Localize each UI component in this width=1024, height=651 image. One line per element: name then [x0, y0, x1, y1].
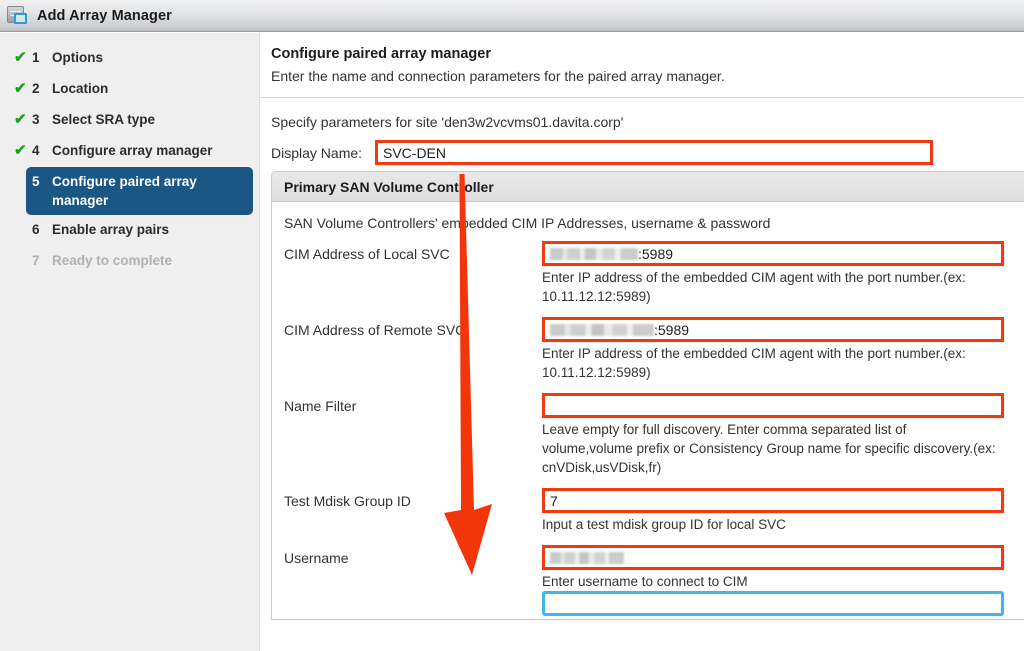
field-hint: Input a test mdisk group ID for local SV… — [542, 517, 786, 532]
panel-header: Primary SAN Volume Controller — [272, 172, 1024, 202]
cim-local-port: :5989 — [638, 245, 674, 262]
field-label: Name Filter — [284, 398, 357, 414]
username-input[interactable] — [542, 545, 1004, 570]
step-number: 5 — [32, 174, 40, 189]
wizard-steps-sidebar: ✔ 1 Options ✔ 2 Location ✔ 3 Select SRA … — [0, 33, 260, 651]
field-hint: Enter IP address of the embedded CIM age… — [542, 270, 966, 304]
panel-body: SAN Volume Controllers' embedded CIM IP … — [272, 202, 1024, 616]
password-input[interactable] — [542, 591, 1004, 616]
page-header: Configure paired array manager Enter the… — [261, 33, 1024, 86]
sidebar-step-configure-array-manager[interactable]: ✔ 4 Configure array manager — [6, 136, 253, 167]
step-number: 2 — [32, 81, 40, 96]
step-label: Location — [52, 81, 109, 96]
test-mdisk-group-id-value: 7 — [550, 492, 558, 509]
step-number: 6 — [32, 222, 40, 237]
check-icon: ✔ — [14, 142, 27, 159]
array-manager-icon — [7, 6, 28, 25]
step-label: Configure paired array manager — [52, 174, 197, 208]
field-cim-address-local-svc: CIM Address of Local SVC :5989 Enter IP … — [284, 241, 1024, 306]
add-array-manager-window: Add Array Manager ✔ 1 Options ✔ 2 Locati… — [0, 0, 1024, 651]
sidebar-step-location[interactable]: ✔ 2 Location — [6, 74, 253, 105]
test-mdisk-group-id-input[interactable]: 7 — [542, 488, 1004, 513]
sidebar-step-ready-to-complete: 7 Ready to complete — [6, 246, 253, 277]
check-icon-placeholder — [12, 251, 32, 270]
display-name-value: SVC-DEN — [383, 144, 447, 161]
cim-remote-input[interactable]: :5989 — [542, 317, 1004, 342]
site-parameters-line: Specify parameters for site 'den3w2vcvms… — [271, 114, 624, 130]
field-label: Test Mdisk Group ID — [284, 493, 411, 509]
display-name-row: Display Name: SVC-DEN — [261, 130, 1024, 165]
field-hint: Enter IP address of the embedded CIM age… — [542, 346, 966, 380]
field-cim-address-remote-svc: CIM Address of Remote SVC :5989 Enter IP… — [284, 317, 1024, 382]
name-filter-input[interactable] — [542, 393, 1004, 418]
panel-note: SAN Volume Controllers' embedded CIM IP … — [284, 215, 771, 231]
step-number: 3 — [32, 112, 40, 127]
step-label: Options — [52, 50, 103, 65]
step-label: Ready to complete — [52, 253, 173, 268]
sidebar-step-options[interactable]: ✔ 1 Options — [6, 43, 253, 74]
sidebar-step-select-sra-type[interactable]: ✔ 3 Select SRA type — [6, 105, 253, 136]
check-icon: ✔ — [14, 80, 27, 97]
cim-remote-port: :5989 — [654, 321, 690, 338]
wizard-content-pane: Configure paired array manager Enter the… — [261, 33, 1024, 651]
field-label: CIM Address of Remote SVC — [284, 322, 466, 338]
step-label: Configure array manager — [52, 143, 213, 158]
step-number: 7 — [32, 253, 40, 268]
primary-san-volume-controller-panel: Primary SAN Volume Controller SAN Volume… — [271, 171, 1024, 620]
redacted-value — [550, 247, 638, 260]
step-number: 4 — [32, 143, 40, 158]
cim-local-input[interactable]: :5989 — [542, 241, 1004, 266]
field-username: Username Enter username to connect to CI… — [284, 545, 1024, 616]
step-number: 1 — [32, 50, 40, 65]
sidebar-step-enable-array-pairs[interactable]: 6 Enable array pairs — [6, 215, 253, 246]
field-name-filter: Name Filter Leave empty for full discove… — [284, 393, 1024, 477]
field-test-mdisk-group-id: Test Mdisk Group ID 7 Input a test mdisk… — [284, 488, 1024, 534]
field-hint: Leave empty for full discovery. Enter co… — [542, 422, 996, 475]
display-name-label: Display Name: — [271, 144, 363, 161]
check-icon-placeholder — [12, 220, 32, 239]
field-hint: Enter username to connect to CIM — [542, 574, 748, 589]
field-label: Username — [284, 550, 349, 566]
check-icon: ✔ — [14, 49, 27, 66]
display-name-input[interactable]: SVC-DEN — [375, 140, 933, 165]
field-label: CIM Address of Local SVC — [284, 246, 450, 262]
redacted-value — [550, 551, 624, 564]
page-subtitle: Enter the name and connection parameters… — [271, 68, 725, 84]
window-title: Add Array Manager — [37, 7, 172, 24]
step-label: Enable array pairs — [52, 222, 170, 237]
redacted-value — [550, 323, 654, 336]
step-label: Select SRA type — [52, 112, 156, 127]
window-titlebar: Add Array Manager — [0, 0, 1024, 32]
panel-title: Primary SAN Volume Controller — [284, 178, 494, 195]
check-icon: ✔ — [14, 111, 27, 128]
page-title: Configure paired array manager — [271, 46, 491, 62]
sidebar-step-configure-paired-array-manager[interactable]: 5 Configure paired array manager — [26, 167, 253, 215]
